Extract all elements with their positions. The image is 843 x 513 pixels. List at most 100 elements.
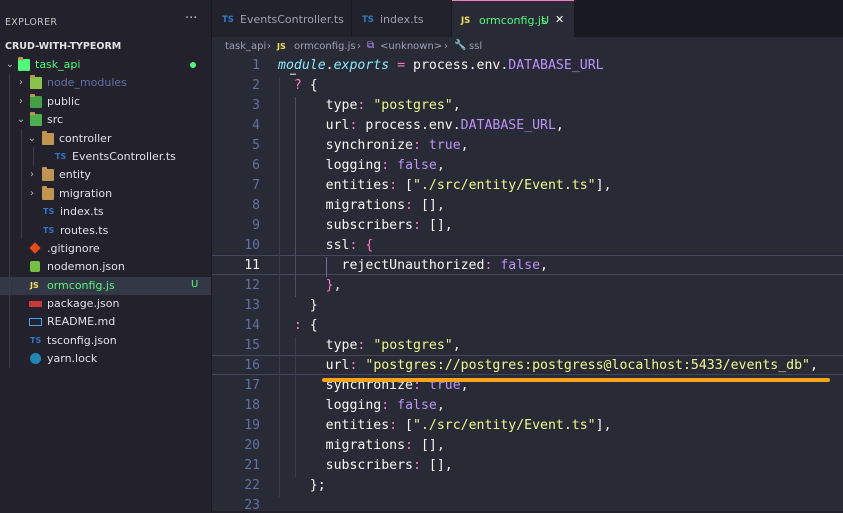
tree-item-index-ts[interactable]: TS index.ts [0, 203, 211, 221]
tree-item-nodemon[interactable]: nodemon.json [0, 258, 211, 276]
tree-item-package-json[interactable]: package.json [0, 295, 211, 313]
line-number: 5 [252, 138, 260, 153]
wrench-icon: 🔧 [454, 40, 467, 51]
tree-item-public[interactable]: › public [0, 93, 211, 111]
line-number: 18 [244, 398, 260, 413]
tab-eventscontroller[interactable]: TS EventsController.ts [212, 0, 351, 37]
tree-item-label: package.json [47, 297, 120, 311]
line-number: 4 [252, 118, 260, 133]
file-tree: ⌄ task_api › node_modules › public ⌄ src… [0, 56, 211, 369]
tree-item-src[interactable]: ⌄ src [0, 111, 211, 129]
breadcrumb-property[interactable]: ssl [469, 41, 482, 52]
tree-item-label: tsconfig.json [47, 333, 117, 347]
tree-indent-guide [33, 147, 34, 166]
explorer-title: EXPLORER [5, 17, 58, 28]
code-line: migrations: [], [278, 438, 445, 453]
typescript-icon: TS [362, 15, 374, 25]
tree-item-ormconfig[interactable]: JS ormconfig.js U [0, 276, 211, 296]
code-line: synchronize: true, [278, 138, 469, 153]
tree-item-label: task_api [35, 58, 81, 71]
node-folder-icon [30, 75, 42, 90]
line-number: 22 [244, 478, 260, 493]
tab-label: ormconfig.js [479, 14, 547, 27]
line-number: 12 [244, 278, 260, 293]
code-line: }; [278, 478, 326, 493]
code-editor[interactable]: 1 2 3 4 5 6 7 8 9 10 11 12 13 14 15 16 1… [212, 57, 843, 513]
tree-item-migration[interactable]: › migration [0, 185, 211, 203]
code-line: … [290, 67, 297, 78]
chevron-down-icon: ⌄ [27, 132, 37, 144]
tree-item-controller[interactable]: ⌄ controller [0, 130, 211, 148]
untracked-status-badge: U [191, 278, 199, 290]
src-folder-icon [30, 112, 42, 127]
code-line: url: process.env.DATABASE_URL, [278, 118, 564, 133]
tree-item-label: src [47, 113, 64, 127]
untracked-status-badge: U [541, 14, 550, 27]
line-number: 14 [244, 318, 260, 333]
tree-item-label: .gitignore [47, 241, 100, 255]
breadcrumb-folder[interactable]: task_api [225, 41, 266, 52]
highlight-underline [322, 378, 830, 382]
tab-ormconfig[interactable]: JS ormconfig.js U ✕ [452, 0, 574, 38]
tree-item-eventscontroller[interactable]: TS EventsController.ts [0, 148, 211, 166]
code-line: type: "postgres", [278, 98, 461, 113]
controller-folder-icon [42, 130, 54, 145]
tree-item-label: controller [59, 131, 112, 145]
code-line: ssl: { [278, 238, 374, 253]
chevron-right-icon: › [30, 169, 34, 181]
markdown-icon [29, 318, 42, 327]
tree-item-node-modules[interactable]: › node_modules [0, 74, 211, 92]
tree-item-tsconfig[interactable]: TS tsconfig.json [0, 332, 211, 350]
tree-item-readme[interactable]: README.md [0, 313, 211, 331]
symbol-object-icon: ⧉ [367, 40, 375, 51]
tree-item-label: index.ts [60, 205, 104, 219]
breadcrumb-file[interactable]: ormconfig.js [294, 41, 356, 52]
code-line: migrations: [], [278, 198, 445, 213]
tree-item-label: README.md [47, 315, 116, 329]
typescript-icon: TS [30, 335, 42, 345]
line-number: 11 [244, 258, 260, 273]
tree-item-label: nodemon.json [47, 260, 125, 274]
chevron-right-icon: › [19, 77, 23, 89]
line-number: 6 [252, 158, 260, 173]
breadcrumb-symbol[interactable]: <unknown> [380, 41, 442, 52]
javascript-icon: JS [277, 42, 286, 51]
tree-item-entity[interactable]: › entity [0, 166, 211, 184]
typescript-icon: TS [55, 151, 67, 161]
code-line: entities: ["./src/entity/Event.ts"], [278, 418, 612, 433]
project-header[interactable]: CRUD-WITH-TYPEORM [0, 38, 211, 56]
line-number: 8 [252, 198, 260, 213]
code-line: url: "postgres://postgres:postgress@loca… [278, 358, 818, 373]
project-name: CRUD-WITH-TYPEORM [5, 41, 122, 52]
breadcrumb: task_api › JS ormconfig.js › ⧉ <unknown>… [212, 37, 843, 57]
code-line: entities: ["./src/entity/Event.ts"], [278, 178, 612, 193]
tree-item-label: EventsController.ts [72, 149, 176, 163]
line-number: 19 [244, 418, 260, 433]
typescript-icon: TS [43, 225, 55, 235]
public-folder-icon [30, 93, 42, 108]
code-line: subscribers: [], [278, 458, 453, 473]
line-number: 3 [252, 98, 260, 113]
modified-dot-icon [190, 62, 196, 68]
code-line: rejectUnauthorized: false, [278, 258, 548, 273]
tree-item-label: public [47, 94, 81, 108]
code-line: ? { [293, 78, 318, 93]
tree-item-routes-ts[interactable]: TS routes.ts [0, 222, 211, 240]
close-icon[interactable]: ✕ [555, 13, 564, 26]
code-line: module.exports = process.env.DATABASE_UR… [278, 58, 604, 73]
tree-item-gitignore[interactable]: .gitignore [0, 240, 211, 258]
code-line: } [278, 298, 318, 313]
folder-icon [18, 57, 30, 71]
tree-item-yarn-lock[interactable]: yarn.lock [0, 350, 211, 368]
tree-indent-guide [9, 74, 10, 368]
tree-item-label: routes.ts [60, 223, 109, 237]
tab-index[interactable]: TS index.ts [352, 0, 451, 37]
line-number: 17 [244, 378, 260, 393]
tab-label: index.ts [380, 13, 424, 26]
yarn-icon [30, 353, 41, 365]
chevron-right-icon: › [267, 41, 271, 52]
tree-item-task-api[interactable]: ⌄ task_api [0, 56, 211, 74]
chevron-down-icon: ⌄ [5, 59, 15, 70]
more-actions-button[interactable]: ··· [185, 11, 197, 26]
git-icon [29, 242, 41, 254]
